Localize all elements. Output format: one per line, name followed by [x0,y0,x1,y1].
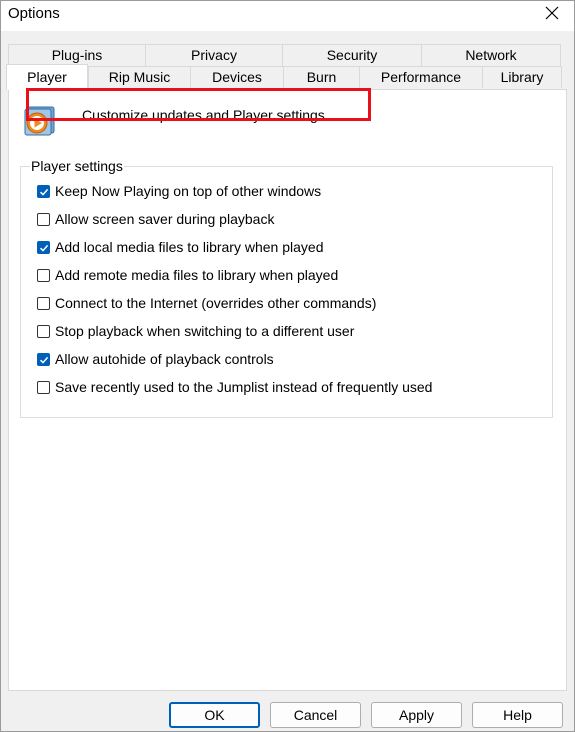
tab-rip-music[interactable]: Rip Music [88,66,191,88]
option-allow-screen-saver[interactable]: Allow screen saver during playback [37,209,274,229]
tab-devices[interactable]: Devices [190,66,284,88]
options-dialog: Options Plug-ins Privacy Security Networ… [0,0,575,732]
checkbox[interactable] [37,212,50,226]
option-add-remote-media[interactable]: Add remote media files to library when p… [37,265,338,285]
tab-network[interactable]: Network [421,44,561,66]
option-label: Add remote media files to library when p… [55,267,339,283]
option-keep-on-top[interactable]: Keep Now Playing on top of other windows [37,181,321,201]
tab-burn[interactable]: Burn [283,66,360,88]
option-label: Add local media files to library when pl… [55,239,324,255]
checkbox[interactable] [37,324,50,338]
checkbox[interactable] [37,296,50,310]
close-icon [545,6,559,20]
player-tab-panel: Customize updates and Player settings. P… [8,89,567,691]
checkbox[interactable] [37,240,50,254]
option-jumplist-recent[interactable]: Save recently used to the Jumplist inste… [37,377,432,397]
option-label: Keep Now Playing on top of other windows [55,183,322,199]
option-label: Allow screen saver during playback [55,211,275,227]
ok-button[interactable]: OK [169,702,260,728]
checkbox[interactable] [37,352,50,366]
tab-security[interactable]: Security [282,44,422,66]
tab-library[interactable]: Library [482,66,562,88]
checkbox[interactable] [37,184,50,198]
option-stop-playback-switch-user[interactable]: Stop playback when switching to a differ… [37,321,354,341]
option-label: Connect to the Internet (overrides other… [55,295,377,311]
option-label: Save recently used to the Jumplist inste… [55,379,433,395]
checkbox[interactable] [37,380,50,394]
option-label: Stop playback when switching to a differ… [55,323,355,339]
player-settings-group: Player settings Keep Now Playing on top … [20,158,553,418]
apply-button[interactable]: Apply [371,702,462,728]
group-label: Player settings [30,158,124,174]
checkbox[interactable] [37,268,50,282]
checkmark-icon [39,244,49,252]
option-add-local-media[interactable]: Add local media files to library when pl… [37,237,323,257]
option-autohide-controls[interactable]: Allow autohide of playback controls [37,349,274,369]
option-connect-internet[interactable]: Connect to the Internet (overrides other… [37,293,376,313]
title-bar: Options [1,1,574,31]
checkmark-icon [39,356,49,364]
tab-player[interactable]: Player [6,64,88,90]
tab-privacy[interactable]: Privacy [145,44,283,66]
highlight-box [26,88,371,121]
window-title: Options [8,5,60,22]
tab-plug-ins[interactable]: Plug-ins [8,44,146,66]
option-label: Allow autohide of playback controls [55,351,274,367]
checkmark-icon [39,188,49,196]
help-button[interactable]: Help [472,702,563,728]
close-button[interactable] [528,1,574,31]
cancel-button[interactable]: Cancel [270,702,361,728]
tab-performance[interactable]: Performance [359,66,483,88]
